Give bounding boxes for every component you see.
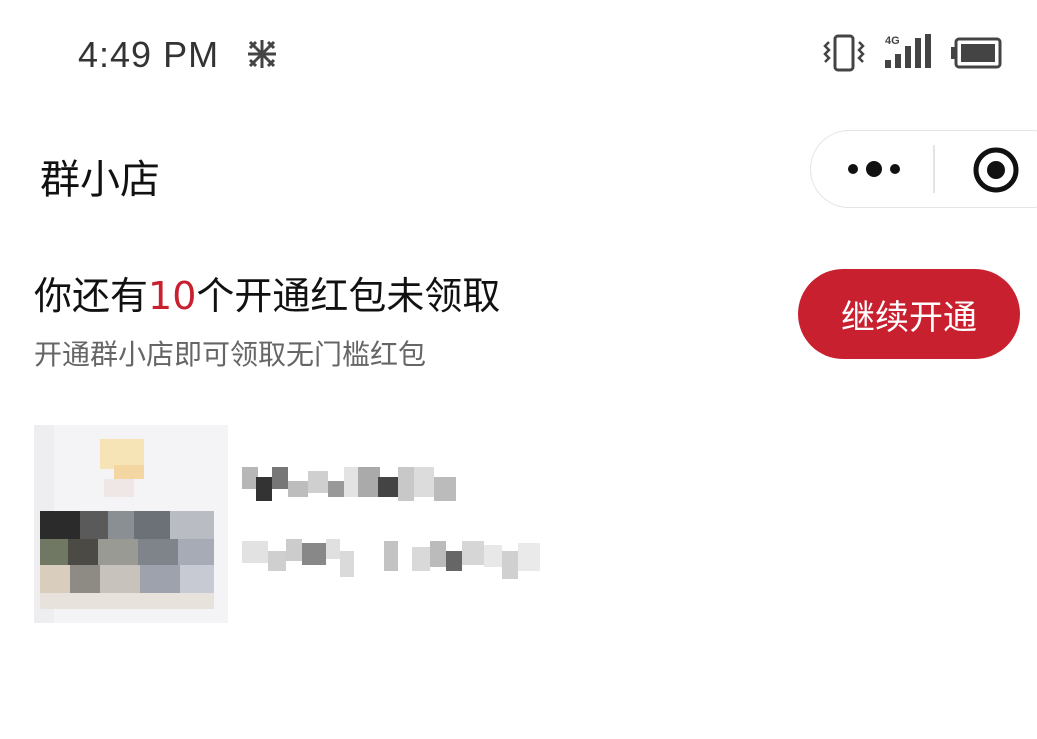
more-icon[interactable] (839, 149, 909, 189)
product-thumbnail (34, 425, 228, 623)
vibrate-icon (823, 34, 865, 72)
miniprogram-capsule (810, 130, 1037, 208)
carrier-icon (248, 40, 276, 68)
product-card[interactable] (34, 425, 634, 625)
capsule-divider (933, 145, 935, 193)
continue-activation-button[interactable]: 继续开通 (798, 269, 1020, 359)
product-name-obscured (242, 467, 456, 501)
status-bar: 4:49 PM 4G (0, 0, 1037, 110)
battery-icon (951, 37, 1002, 69)
red-packet-promo: 你还有10个开通红包未领取 开通群小店即可领取无门槛红包 继续开通 (0, 255, 1037, 385)
red-packet-count: 10 (148, 274, 197, 318)
network-type-label: 4G (885, 35, 900, 47)
promo-title-suffix: 个开通红包未领取 (196, 274, 501, 318)
product-price-obscured (242, 539, 540, 579)
promo-subtitle: 开通群小店即可领取无门槛红包 (34, 338, 427, 371)
close-target-icon[interactable] (971, 145, 1021, 195)
promo-title-prefix: 你还有 (34, 274, 149, 318)
page-title: 群小店 (40, 157, 160, 203)
signal-icon: 4G (885, 34, 931, 68)
nav-bar: 群小店 (0, 120, 1037, 220)
promo-title: 你还有10个开通红包未领取 (34, 265, 500, 320)
status-time: 4:49 PM (78, 34, 220, 75)
